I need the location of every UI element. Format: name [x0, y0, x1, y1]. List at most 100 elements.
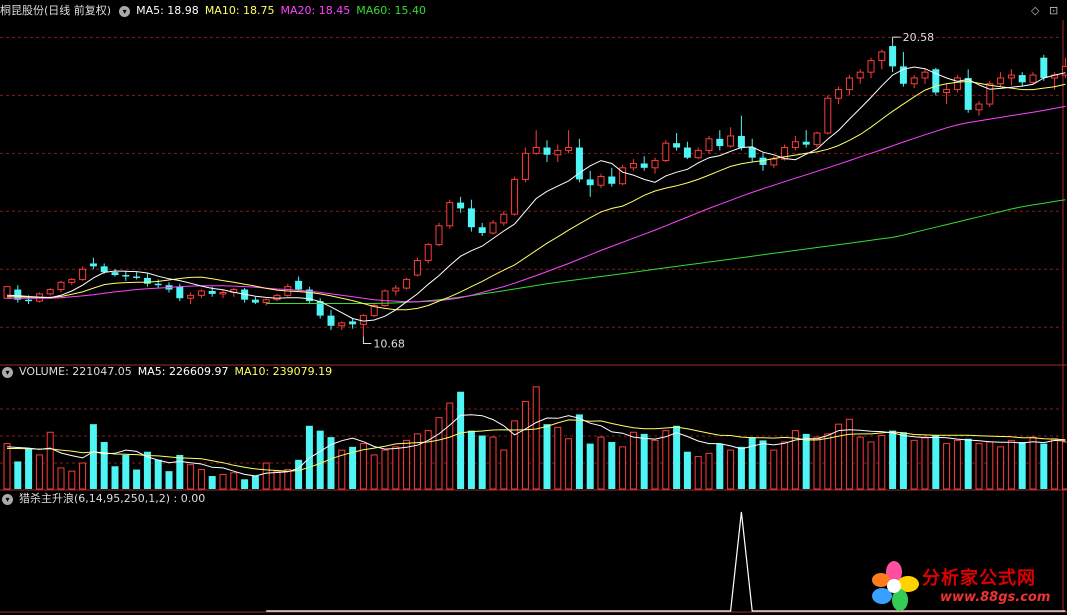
stock-chart-window: 20.58 10.68 桐昆股份(日线 前复权) ▾ MA5: 18.98 MA10: … — [0, 0, 1067, 615]
volume-bar-down — [608, 441, 616, 489]
volume-bar-up — [910, 439, 918, 490]
volume-bar-up — [1051, 438, 1059, 490]
candle-down — [89, 263, 97, 267]
volume-bar-down — [295, 459, 303, 489]
volume-bar-down — [251, 476, 259, 489]
candle-down — [964, 77, 972, 110]
volume-bar-down — [1018, 441, 1026, 489]
volume-bar-down — [748, 437, 756, 489]
flower-logo-icon — [872, 561, 919, 611]
diamond-icon[interactable]: ◇ — [1031, 4, 1039, 17]
candle-up — [705, 138, 713, 151]
candle-down — [457, 202, 465, 209]
candle-down — [327, 315, 335, 326]
candle-up — [651, 160, 659, 169]
candle-up — [565, 147, 573, 151]
candle-down — [640, 163, 648, 168]
ma60-line — [266, 199, 1066, 304]
candle-down — [737, 135, 745, 148]
candle-up — [435, 225, 443, 246]
dropdown-circle-icon[interactable]: ▾ — [2, 493, 13, 505]
candle-up — [273, 294, 281, 301]
candle-down — [748, 147, 756, 158]
volume-bar-up — [511, 420, 519, 490]
volume-bar-up — [727, 449, 735, 490]
volume-bar-up — [381, 449, 389, 490]
volume-ma5-legend: MA5: 226609.97 — [137, 365, 229, 378]
dropdown-circle-icon[interactable]: ▾ — [2, 366, 13, 378]
volume-bar-down — [543, 424, 551, 489]
volume-ma10-legend: MA10: 239079.19 — [234, 365, 333, 378]
candle-up — [975, 103, 983, 111]
volume-bar-up — [835, 423, 843, 490]
volume-bar-up — [662, 430, 670, 490]
candle-up — [424, 244, 432, 262]
volume-bar-down — [899, 432, 907, 489]
candle-down — [111, 272, 119, 276]
ma10-legend: MA10: 18.75 — [204, 4, 275, 17]
volume-bar-down — [316, 430, 324, 489]
candle-up — [1029, 74, 1037, 83]
volume-bar-up — [997, 446, 1005, 490]
volume-bar-up — [943, 443, 951, 490]
candle-up — [662, 142, 670, 162]
candle-up — [68, 278, 76, 283]
candle-down — [176, 286, 184, 299]
volume-bar-down — [889, 430, 897, 489]
volume-bar-up — [521, 400, 529, 490]
candle-up — [727, 135, 735, 147]
candle-up — [856, 71, 864, 79]
volume-bar-down — [683, 451, 691, 489]
volume-bar-down — [467, 430, 475, 489]
volume-bar-up — [219, 473, 227, 490]
candle-down — [586, 179, 594, 186]
volume-bar-up — [46, 431, 54, 490]
candle-down — [673, 143, 681, 148]
volume-bar-up — [532, 386, 540, 490]
volume-bar-up — [500, 449, 508, 490]
volume-bar-down — [759, 440, 767, 489]
price-header: 桐昆股份(日线 前复权) ▾ MA5: 18.98 MA10: 18.75 MA20: … — [0, 3, 432, 19]
high-marker — [892, 36, 901, 44]
volume-bar-up — [619, 446, 627, 490]
candle-down — [543, 147, 551, 155]
volume-bar-up — [824, 433, 832, 490]
candle-down — [716, 138, 724, 147]
volume-bar-up — [489, 436, 497, 490]
low-marker — [362, 336, 372, 344]
volume-bar-down — [25, 448, 33, 489]
candle-up — [413, 260, 421, 276]
indicator-label: 猎杀主升浪(6,14,95,250,1,2) : 0.00 — [19, 492, 206, 505]
candle-up — [953, 77, 961, 91]
dropdown-circle-icon[interactable]: ▾ — [119, 5, 131, 17]
candle-up — [910, 77, 918, 85]
candle-up — [835, 89, 843, 99]
volume-value: VOLUME: 221047.05 — [19, 365, 132, 378]
chart-canvas: 20.58 10.68 — [0, 20, 1067, 613]
watermark: 分析家公式网 www.88gs.com — [866, 558, 1066, 614]
candle-up — [262, 299, 270, 304]
volume-bar-up — [597, 436, 605, 490]
candle-up — [359, 315, 367, 325]
volume-bar-up — [629, 431, 637, 490]
candle-down — [1018, 75, 1026, 83]
candle-up — [46, 289, 54, 295]
candle-up — [791, 141, 799, 149]
watermark-text: 分析家公式网 — [922, 568, 1036, 589]
candle-up — [197, 290, 205, 296]
volume-bar-down — [673, 425, 681, 489]
candle-up — [629, 162, 637, 169]
volume-header: ▾ VOLUME: 221047.05 MA5: 226609.97 MA10: 23… — [0, 364, 338, 380]
volume-bar-down — [802, 433, 810, 489]
candle-up — [521, 152, 529, 180]
volume-bar-down — [586, 443, 594, 489]
candle-up — [943, 89, 951, 93]
candle-up — [500, 213, 508, 224]
volume-bar-down — [241, 479, 249, 489]
candle-up — [867, 60, 875, 73]
candle-up — [392, 287, 400, 292]
box-icon[interactable]: ⊡ — [1049, 4, 1058, 17]
volume-bar-up — [878, 435, 886, 490]
candle-down — [25, 299, 33, 302]
volume-bar-up — [986, 441, 994, 490]
